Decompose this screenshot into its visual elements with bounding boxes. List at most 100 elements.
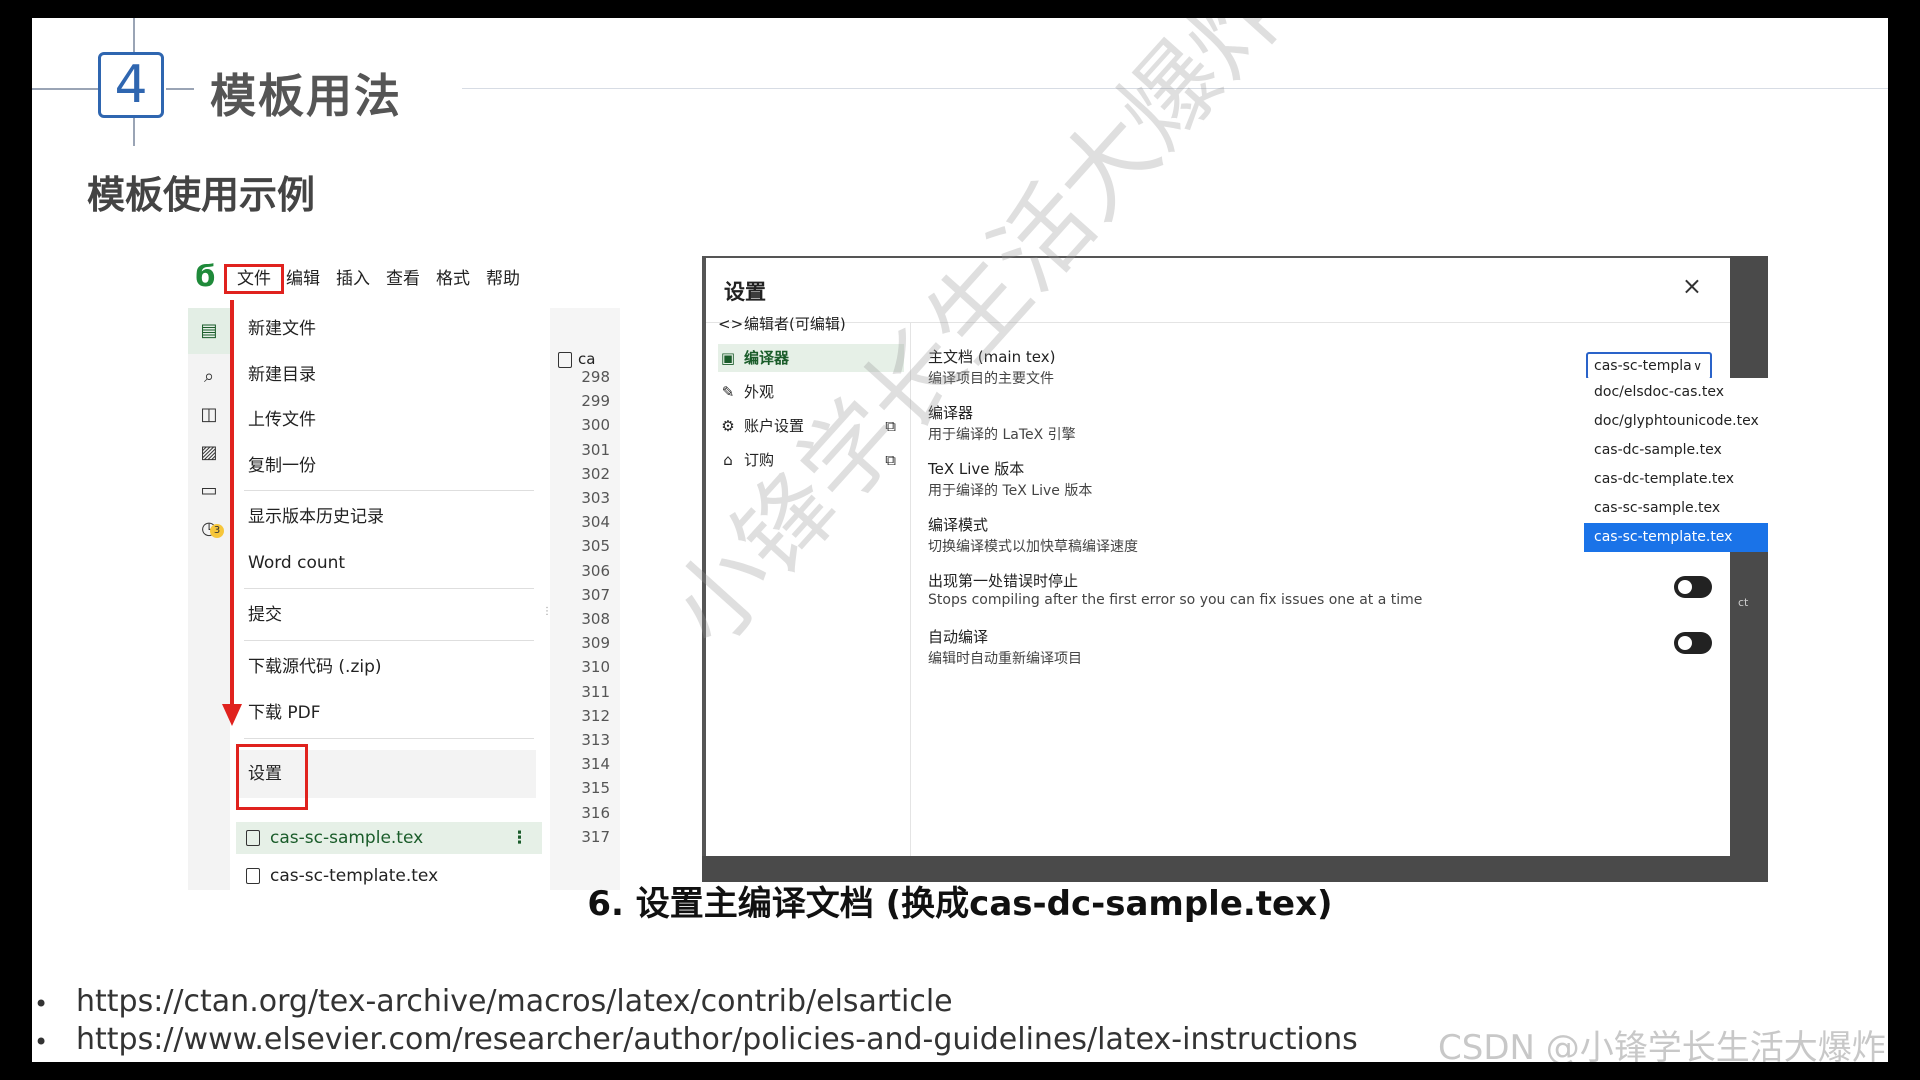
decor-line-mid xyxy=(166,88,194,90)
menu-insert[interactable]: 插入 xyxy=(336,264,370,294)
nav-account[interactable]: ⚙ 账户设置 ⧉ xyxy=(718,412,904,440)
kebab-menu-icon[interactable]: ⋮ xyxy=(511,822,528,854)
setting-main-tex-label: 主文档 (main tex) xyxy=(928,348,1056,366)
auto-compile-toggle[interactable] xyxy=(1674,632,1712,654)
settings-dialog: 设置 × <>编辑者(可编辑) ▣ 编译器 ✎ 外观 ⚙ 账户设置 ⧉ ⌂ 订购 ⧉ 主文档… xyxy=(706,258,1730,856)
line-number: 316 xyxy=(581,803,610,822)
line-number: 298 xyxy=(581,368,610,386)
compiler-icon: ▣ xyxy=(720,349,736,367)
backdrop-right xyxy=(1730,256,1768,882)
option[interactable]: cas-dc-template.tex xyxy=(1584,465,1768,494)
line-number: 311 xyxy=(581,682,610,701)
decor-line-right xyxy=(462,88,1888,89)
settings-highlight-box xyxy=(236,744,308,810)
line-number: 314 xyxy=(581,755,610,774)
editor-file-tab[interactable]: ca xyxy=(558,350,595,368)
nav-label: 外观 xyxy=(744,383,775,401)
setting-compiler-desc: 用于编译的 LaTeX 引擎 xyxy=(928,427,1076,443)
line-number: 302 xyxy=(581,464,610,483)
search-icon[interactable]: ⌕ xyxy=(198,366,220,388)
editor-screenshot: ϭ 文件 编辑 插入 查看 格式 帮助 ▤ ⌕ ◫ ▨ ▭ ◷ 3 新建文件 新… xyxy=(188,256,620,890)
menu-item-upload[interactable]: 上传文件 xyxy=(248,405,316,435)
option[interactable]: doc/elsdoc-cas.tex xyxy=(1584,378,1768,407)
select-value: cas-sc-templa xyxy=(1594,358,1692,374)
code-icon: <> xyxy=(718,315,744,333)
nav-subscription[interactable]: ⌂ 订购 ⧉ xyxy=(718,446,904,474)
nav-label: 账户设置 xyxy=(744,417,805,435)
main-tex-select[interactable]: cas-sc-templa ∨ xyxy=(1586,352,1712,380)
nav-label: 编辑者(可编辑) xyxy=(744,315,846,333)
menu-separator xyxy=(244,588,534,589)
slide-subtitle: 模板使用示例 xyxy=(87,173,316,217)
chat-icon[interactable]: ▭ xyxy=(198,480,220,502)
nav-editor[interactable]: <>编辑者(可编辑) xyxy=(718,310,904,338)
setting-mode-label: 编译模式 xyxy=(928,516,989,534)
reference-link[interactable]: https://ctan.org/tex-archive/macros/late… xyxy=(76,984,953,1019)
menu-item-download-zip[interactable]: 下载源代码 (.zip) xyxy=(248,652,382,682)
chevron-down-icon: ∨ xyxy=(1693,359,1702,373)
menu-item-new-file[interactable]: 新建文件 xyxy=(248,314,316,344)
line-number: 303 xyxy=(581,489,610,507)
setting-main-tex-desc: 编译项目的主要文件 xyxy=(928,371,1054,387)
menu-item-history[interactable]: 显示版本历史记录 xyxy=(248,502,384,532)
menu-file[interactable]: 文件 xyxy=(224,264,284,294)
bank-icon: ⌂ xyxy=(723,451,733,469)
line-number: 299 xyxy=(581,392,610,411)
bullet-icon: • xyxy=(34,1028,49,1056)
file-tree-item[interactable]: cas-sc-sample.tex ⋮ xyxy=(236,822,542,854)
menu-view[interactable]: 查看 xyxy=(386,264,420,294)
setting-stop-desc: Stops compiling after the first error so… xyxy=(928,592,1423,608)
external-link-icon: ⧉ xyxy=(885,417,896,435)
brush-icon: ✎ xyxy=(721,383,735,401)
menu-edit[interactable]: 编辑 xyxy=(286,264,320,294)
stop-on-error-toggle[interactable] xyxy=(1674,576,1712,598)
red-arrow-line xyxy=(230,300,234,708)
line-number: 305 xyxy=(581,537,610,556)
line-number: 306 xyxy=(581,561,610,580)
option[interactable]: doc/glyphtounicode.tex xyxy=(1584,407,1768,436)
line-number: 307 xyxy=(581,585,610,604)
nav-compiler[interactable]: ▣ 编译器 xyxy=(718,344,904,372)
setting-autocompile-label: 自动编译 xyxy=(928,628,989,646)
review-icon[interactable]: ▨ xyxy=(198,442,220,464)
file-name: cas-sc-sample.tex xyxy=(270,828,424,848)
section-number: 4 xyxy=(98,52,164,118)
menu-item-submit[interactable]: 提交 xyxy=(248,600,282,630)
menu-separator xyxy=(244,490,534,491)
integrations-icon[interactable]: ◫ xyxy=(198,404,220,426)
slide: 4 模板用法 模板使用示例 ϭ 文件 编辑 插入 查看 格式 帮助 ▤ ⌕ ◫ … xyxy=(32,18,1888,1062)
close-icon[interactable]: × xyxy=(1682,272,1702,300)
menu-separator xyxy=(244,738,534,739)
nav-label: 订购 xyxy=(744,451,775,469)
section-title: 模板用法 xyxy=(210,69,402,123)
dialog-nav-divider xyxy=(910,323,911,856)
editor-tab-label: ca xyxy=(578,350,596,368)
history-badge: 3 xyxy=(210,524,224,538)
line-number: 309 xyxy=(581,634,610,653)
decor-line-left xyxy=(32,88,98,90)
setting-mode-desc: 切换编译模式以加快草稿编译速度 xyxy=(928,539,1138,555)
menu-item-download-pdf[interactable]: 下载 PDF xyxy=(248,698,321,728)
option[interactable]: cas-sc-sample.tex xyxy=(1584,494,1768,523)
file-dropdown-menu: 新建文件 新建目录 上传文件 复制一份 显示版本历史记录 Word count … xyxy=(236,308,542,818)
toggle-knob xyxy=(1678,636,1692,650)
red-arrow-head-icon xyxy=(222,704,242,726)
menu-help[interactable]: 帮助 xyxy=(486,264,520,294)
line-number: 313 xyxy=(581,731,610,749)
file-tree-icon[interactable]: ▤ xyxy=(198,320,220,342)
nav-appearance[interactable]: ✎ 外观 xyxy=(718,378,904,406)
menu-item-word-count[interactable]: Word count xyxy=(248,548,345,578)
menu-item-new-folder[interactable]: 新建目录 xyxy=(248,360,316,390)
menu-item-duplicate[interactable]: 复制一份 xyxy=(248,451,316,481)
option[interactable]: cas-dc-sample.tex xyxy=(1584,436,1768,465)
side-rail xyxy=(188,308,230,890)
line-number: 308 xyxy=(581,610,610,628)
reference-link[interactable]: https://www.elsevier.com/researcher/auth… xyxy=(76,1022,1358,1057)
resize-handle-icon[interactable]: ⋮ xyxy=(542,606,552,630)
file-icon xyxy=(246,830,260,846)
menu-format[interactable]: 格式 xyxy=(436,264,470,294)
option-selected[interactable]: cas-sc-template.tex xyxy=(1584,523,1768,552)
overleaf-logo-icon: ϭ xyxy=(194,259,216,294)
setting-autocompile-desc: 编辑时自动重新编译项目 xyxy=(928,651,1082,667)
external-link-icon: ⧉ xyxy=(885,451,896,469)
